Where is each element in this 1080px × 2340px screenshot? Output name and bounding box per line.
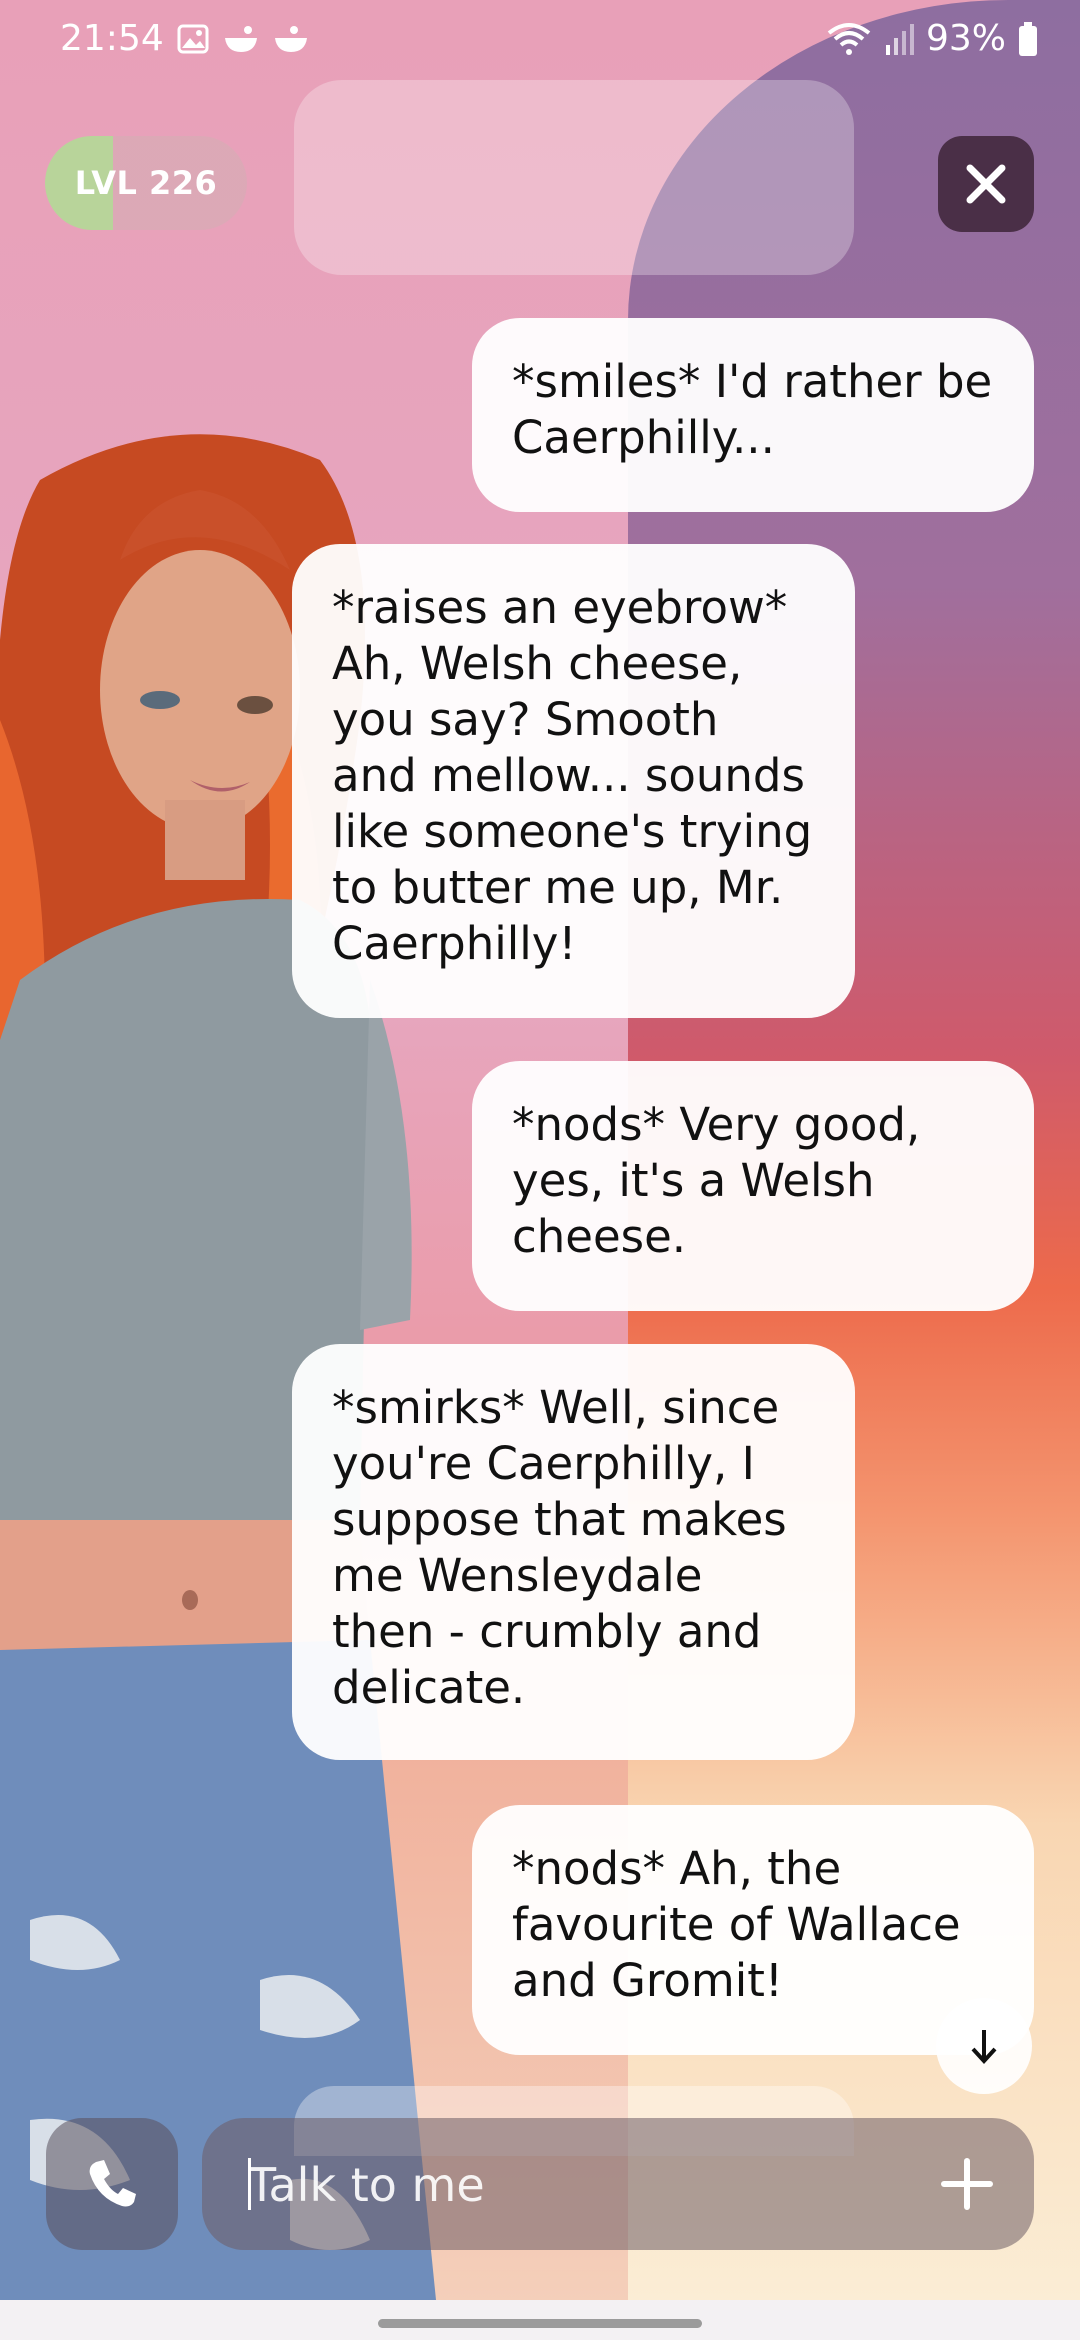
level-label: LVL 226 — [74, 164, 218, 202]
message-input[interactable] — [246, 2118, 930, 2252]
call-button[interactable] — [46, 2118, 178, 2250]
message-bubble-bot: *smirks* Well, since you're Caerphilly, … — [292, 1344, 855, 1760]
app-screen: 21:54 93% *smiles* I'd rather be Caerphi… — [0, 0, 1080, 2340]
arrow-down-icon — [971, 2030, 997, 2064]
text-caret — [248, 2158, 251, 2210]
plus-icon[interactable] — [934, 2151, 1000, 2217]
phone-icon — [89, 2160, 136, 2207]
level-badge[interactable]: LVL 226 — [45, 136, 247, 230]
message-composer — [202, 2118, 1034, 2252]
chat-log[interactable]: *smiles* I'd rather be Caerphilly... *ra… — [0, 0, 1080, 2180]
message-bubble-user: *smiles* I'd rather be Caerphilly... — [472, 318, 1034, 512]
message-bubble-user: *nods* Very good, yes, it's a Welsh chee… — [472, 1061, 1034, 1311]
message-bubble-bot: *raises an eyebrow* Ah, Welsh cheese, yo… — [292, 544, 855, 1018]
close-icon — [966, 164, 1006, 204]
home-gesture-handle[interactable] — [378, 2319, 702, 2328]
scroll-to-bottom-button[interactable] — [936, 1998, 1032, 2094]
close-button[interactable] — [938, 136, 1034, 232]
message-bubble-faded — [294, 80, 854, 275]
